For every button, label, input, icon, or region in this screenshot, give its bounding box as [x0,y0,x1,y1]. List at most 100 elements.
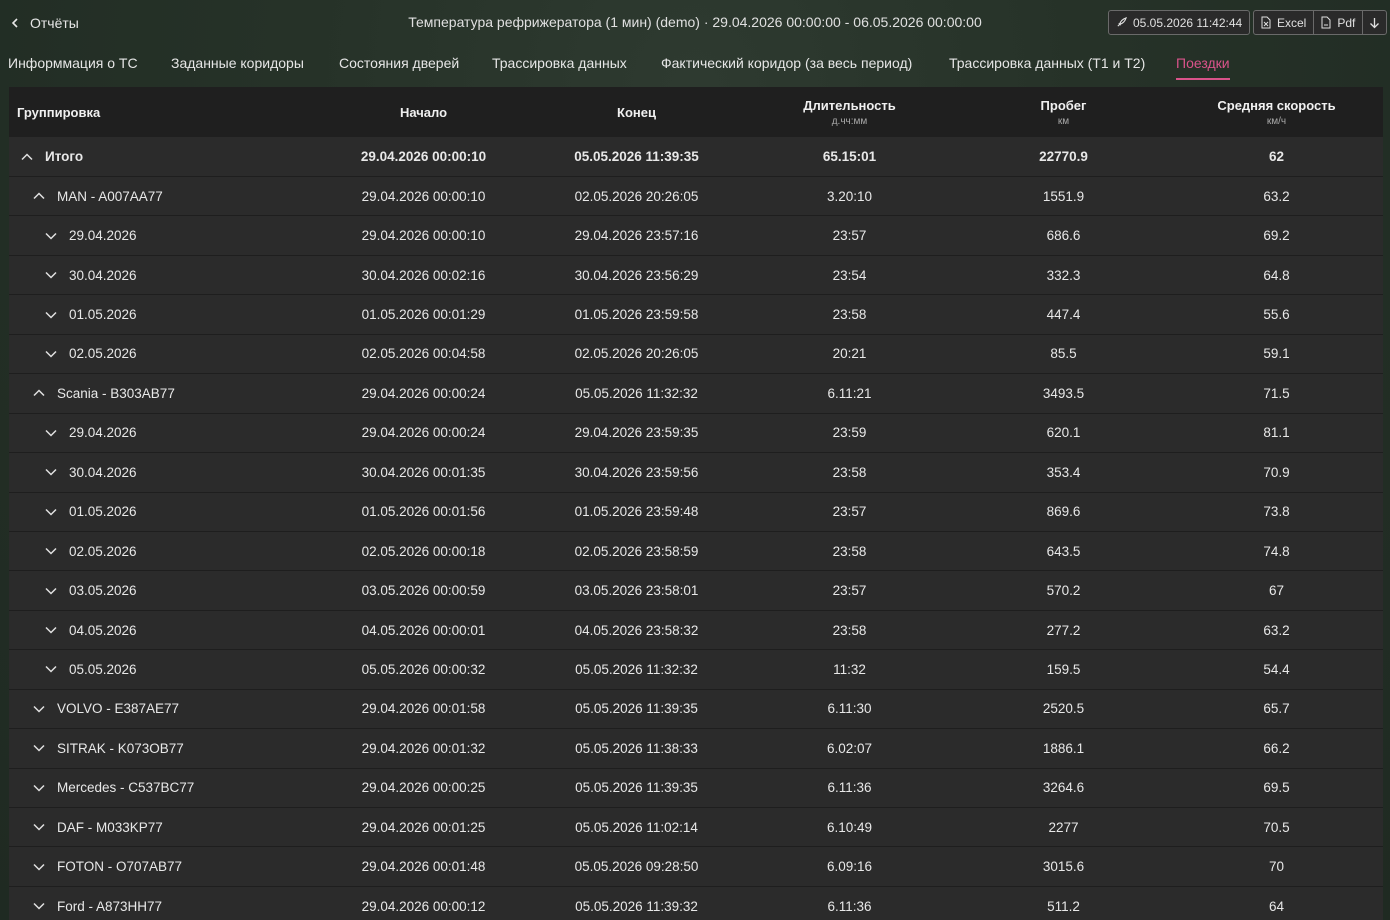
day-row[interactable]: 01.05.2026 01.05.2026 00:01:29 01.05.2026 … [9,295,1383,335]
cell-group: Ford - A873HH77 [9,887,309,920]
cell-avg-speed: 71.5 [1263,385,1290,401]
cell-mileage: 85.5 [1050,346,1077,362]
cell-mileage: 353.4 [1046,464,1081,480]
day-row[interactable]: 04.05.2026 04.05.2026 00:00:01 04.05.2026 … [9,611,1383,651]
chevron-down-icon[interactable] [45,230,57,242]
chevron-down-icon[interactable] [45,466,57,478]
export-group: Excel Pdf [1253,10,1388,35]
cell-group: 30.04.2026 [9,453,309,491]
chevron-down-icon[interactable] [33,861,45,873]
tab-data-trace-t1-t2[interactable]: Трассировка данных (Т1 и Т2) [949,55,1145,71]
day-row[interactable]: 02.05.2026 02.05.2026 00:00:18 02.05.2026 … [9,532,1383,572]
cell-start: 29.04.2026 00:00:10 [361,228,486,244]
chevron-up-icon[interactable] [33,190,45,202]
cell-group: 04.05.2026 [9,611,309,649]
cell-avg-speed: 70.9 [1263,464,1290,480]
vehicle-row[interactable]: Scania - B303AB77 29.04.2026 00:00:24 05.0… [9,374,1383,414]
tab-data-trace[interactable]: Трассировка данных [492,55,627,71]
group-label: Scania - B303AB77 [57,385,175,401]
group-label: FOTON - O707AB77 [57,859,183,875]
column-header-avg-speed[interactable]: Средняя скорость км/ч [1169,87,1383,137]
back-button[interactable]: Отчёты [10,13,79,33]
group-label: SITRAK - K073OB77 [57,740,184,756]
chevron-down-icon[interactable] [45,585,57,597]
column-header-start[interactable]: Начало [316,87,531,137]
chevron-down-icon[interactable] [45,427,57,439]
group-label: 01.05.2026 [69,504,137,520]
group-label: 01.05.2026 [69,307,137,323]
day-row[interactable]: 05.05.2026 05.05.2026 00:00:32 05.05.2026 … [9,650,1383,690]
vehicle-row[interactable]: Ford - A873HH77 29.04.2026 00:00:12 05.05.… [9,887,1383,920]
tab-set-corridors[interactable]: Заданные коридоры [171,55,304,71]
column-header-duration[interactable]: Длительность д.чч:мм [742,87,957,137]
chevron-down-icon[interactable] [45,269,57,281]
chevron-up-icon[interactable] [33,387,45,399]
cell-mileage: 159.5 [1046,661,1081,677]
cell-duration: 23:54 [832,267,867,283]
cell-start: 29.04.2026 00:00:25 [361,780,486,796]
cell-start: 29.04.2026 00:00:12 [361,898,486,914]
cell-group: Итого [9,137,309,176]
column-header-grouping[interactable]: Группировка [9,87,309,137]
cell-duration: 6.11:36 [827,898,872,914]
chevron-down-icon[interactable] [33,742,45,754]
cell-start: 02.05.2026 00:04:58 [361,346,486,362]
chevron-down-icon[interactable] [45,309,57,321]
day-row[interactable]: 01.05.2026 01.05.2026 00:01:56 01.05.2026 … [9,493,1383,532]
cell-avg-speed: 59.1 [1263,346,1290,362]
cell-avg-speed: 54.4 [1263,661,1290,677]
cell-duration: 23:59 [832,425,867,441]
cell-end: 30.04.2026 23:56:29 [574,267,699,283]
chevron-down-icon[interactable] [45,663,57,675]
chevron-down-icon[interactable] [33,900,45,912]
chevron-down-icon[interactable] [45,348,57,360]
download-button[interactable] [1362,11,1386,34]
tab-actual-corridor[interactable]: Фактический коридор (за весь период) [661,55,912,71]
cell-start: 05.05.2026 00:00:32 [361,661,486,677]
cell-group: 30.04.2026 [9,256,309,294]
day-row[interactable]: 29.04.2026 29.04.2026 00:00:24 29.04.2026 … [9,414,1383,454]
export-pdf-button[interactable]: Pdf [1313,11,1362,34]
vehicle-row[interactable]: FOTON - O707AB77 29.04.2026 00:01:48 05.05… [9,847,1383,887]
arrow-down-icon [1370,17,1380,28]
refresh-button[interactable]: 05.05.2026 11:42:44 [1109,11,1249,34]
cell-duration: 6.10:49 [826,819,873,835]
chevron-up-icon[interactable] [21,151,33,163]
day-row[interactable]: 02.05.2026 02.05.2026 00:04:58 02.05.2026 … [9,335,1383,375]
cell-start: 29.04.2026 00:01:58 [361,701,486,717]
table-header: Группировка Начало Конец Длительность д.… [9,87,1383,137]
column-label: Группировка [17,104,101,120]
chevron-down-icon[interactable] [45,506,57,518]
vehicle-row[interactable]: SITRAK - K073OB77 29.04.2026 00:01:32 05.0… [9,729,1383,769]
day-row[interactable]: 29.04.2026 29.04.2026 00:00:10 29.04.2026 … [9,216,1383,256]
chevron-down-icon[interactable] [45,624,57,636]
vehicle-row[interactable]: MAN - A007AA77 29.04.2026 00:00:10 02.05.2… [9,177,1383,217]
day-row[interactable]: 30.04.2026 30.04.2026 00:02:16 30.04.2026 … [9,256,1383,296]
cell-avg-speed: 70.5 [1263,819,1290,835]
vehicle-row[interactable]: VOLVO - E387AE77 29.04.2026 00:01:58 05.05… [9,690,1383,730]
cell-end: 05.05.2026 11:39:35 [574,149,699,164]
cell-avg-speed: 63.2 [1263,622,1290,638]
cell-end: 05.05.2026 11:32:32 [575,661,698,677]
day-row[interactable]: 30.04.2026 30.04.2026 00:01:35 30.04.2026 … [9,453,1383,493]
cell-duration: 3.20:10 [826,188,873,204]
group-label: 04.05.2026 [69,622,137,638]
total-row[interactable]: Итого 29.04.2026 00:00:10 05.05.2026 11:39… [9,137,1383,177]
column-header-mileage[interactable]: Пробег км [956,87,1171,137]
column-header-end[interactable]: Конец [529,87,744,137]
chevron-down-icon[interactable] [33,782,45,794]
tab-door-states[interactable]: Состояния дверей [339,55,459,71]
cell-start: 29.04.2026 00:01:48 [361,859,486,875]
day-row[interactable]: 03.05.2026 03.05.2026 00:00:59 03.05.2026 … [9,571,1383,611]
chevron-down-icon[interactable] [33,821,45,833]
vehicle-row[interactable]: DAF - M033KP77 29.04.2026 00:01:25 05.05.2… [9,808,1383,848]
export-excel-button[interactable]: Excel [1254,11,1313,34]
cell-duration: 23:58 [832,464,867,480]
vehicle-row[interactable]: Mercedes - C537BC77 29.04.2026 00:00:25 05… [9,769,1383,808]
cell-start: 30.04.2026 00:01:35 [361,464,486,480]
chevron-down-icon[interactable] [45,545,57,557]
tab-trips[interactable]: Поездки [1176,55,1230,80]
tab-vehicle-info[interactable]: Информмация о ТС [8,55,138,71]
cell-end: 29.04.2026 23:59:35 [574,425,699,441]
chevron-down-icon[interactable] [33,703,45,715]
